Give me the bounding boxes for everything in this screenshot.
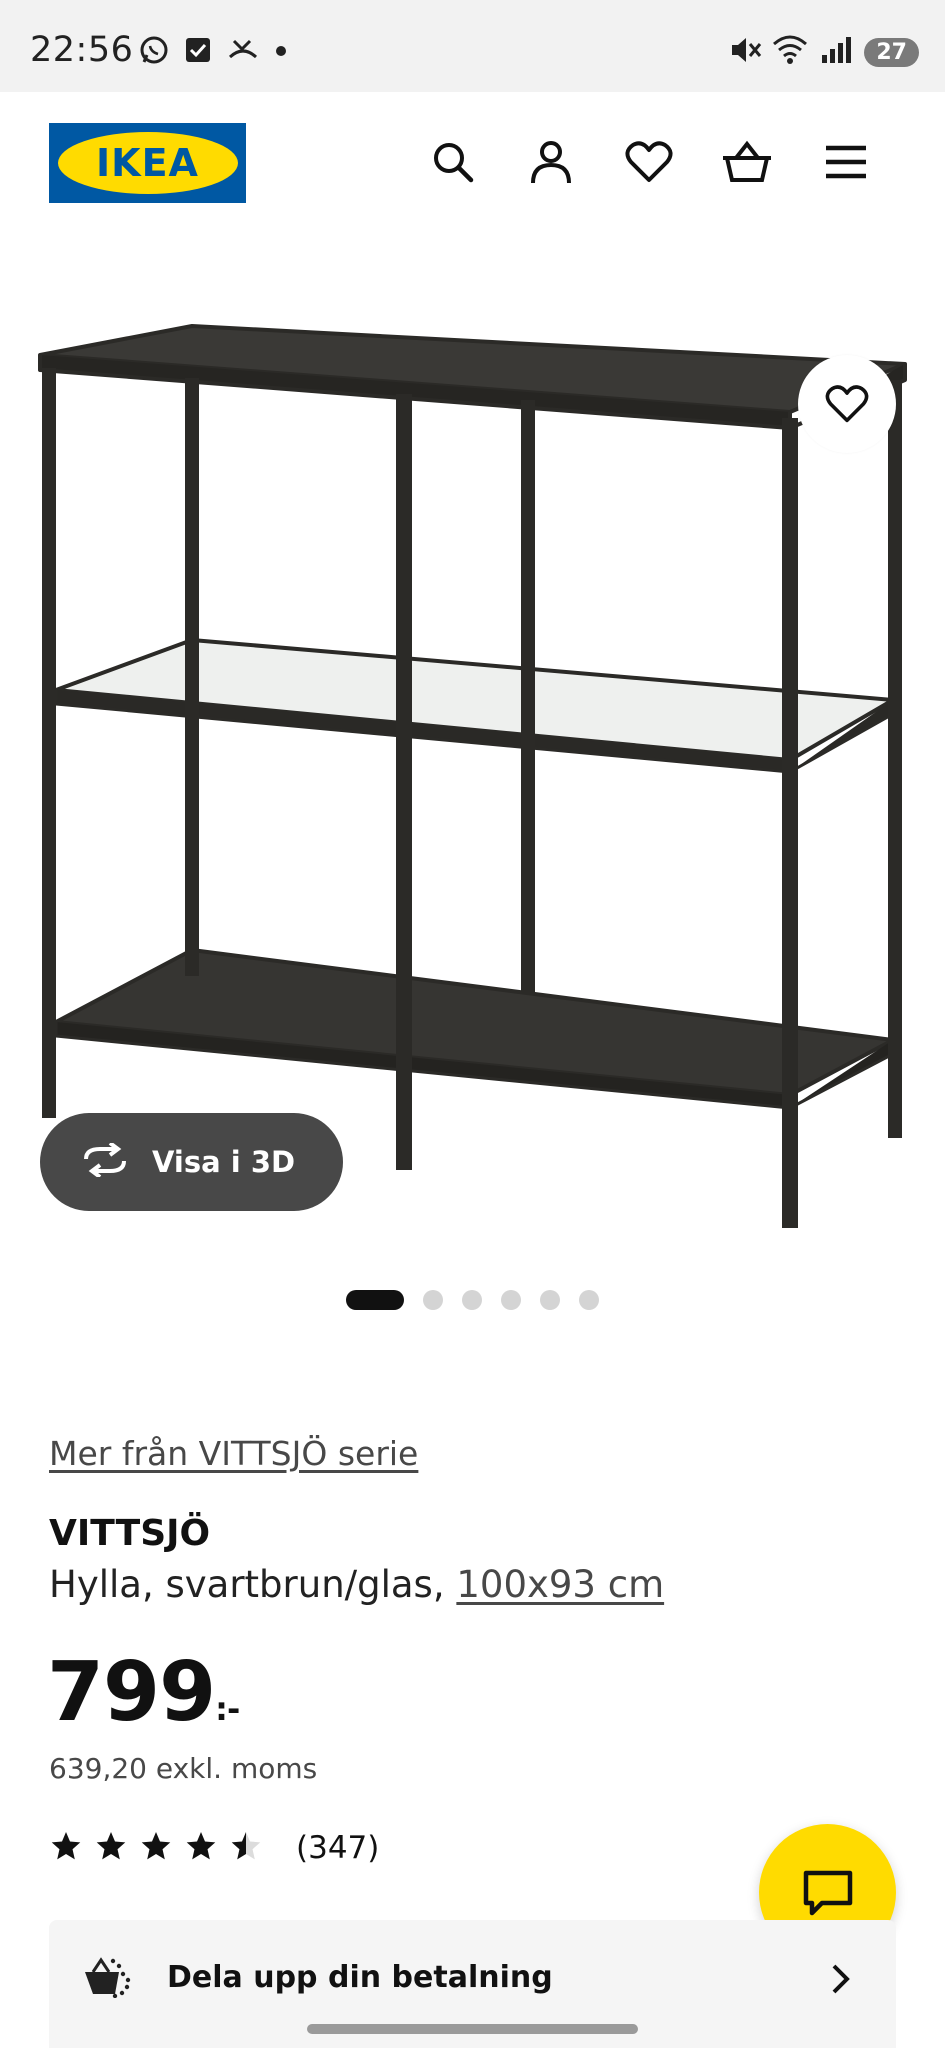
status-left-icons	[138, 34, 288, 70]
signal-icon	[820, 35, 854, 69]
product-image[interactable]	[0, 232, 945, 1252]
view-in-3d-label: Visa i 3D	[152, 1145, 296, 1179]
basket-icon[interactable]	[721, 136, 773, 188]
review-count[interactable]: (347)	[296, 1830, 379, 1866]
product-description: Hylla, svartbrun/glas, 100x93 cm	[49, 1563, 664, 1606]
chat-icon	[803, 1870, 852, 1915]
star-icon	[139, 1830, 173, 1866]
menu-icon[interactable]	[820, 136, 872, 188]
wifi-icon	[772, 34, 810, 70]
home-indicator[interactable]	[307, 2024, 638, 2034]
status-bar: 22:56 27	[0, 0, 945, 92]
logo-oval: IKEA	[57, 132, 238, 194]
dot-icon	[274, 43, 288, 62]
carousel-dot-3[interactable]	[462, 1290, 482, 1310]
check-square-icon	[184, 36, 212, 68]
price-value: 799	[47, 1645, 216, 1740]
account-icon[interactable]	[525, 136, 577, 188]
carousel-dot-1[interactable]	[346, 1290, 404, 1310]
star-icon	[184, 1830, 218, 1866]
ikea-logo[interactable]: IKEA	[49, 123, 246, 203]
star-half-icon	[229, 1830, 263, 1866]
heart-icon	[825, 385, 869, 423]
status-time: 22:56	[30, 30, 134, 70]
carousel-dot-4[interactable]	[501, 1290, 521, 1310]
logo-text: IKEA	[96, 141, 199, 185]
product-size-link[interactable]: 100x93 cm	[456, 1563, 664, 1606]
view-in-3d-button[interactable]: Visa i 3D	[40, 1113, 343, 1211]
heart-icon[interactable]	[623, 136, 675, 188]
whatsapp-icon	[138, 34, 170, 70]
status-right-icons: 27	[728, 34, 919, 70]
battery-indicator: 27	[864, 37, 919, 67]
basket-dotted-icon	[83, 1956, 133, 2002]
star-icon	[49, 1830, 83, 1866]
series-link[interactable]: Mer från VITTSJÖ serie	[49, 1434, 418, 1473]
carousel-dot-5[interactable]	[540, 1290, 560, 1310]
price-excl-vat: 639,20 exkl. moms	[49, 1752, 318, 1785]
product-price: 799:-	[47, 1645, 240, 1740]
site-header: IKEA	[0, 92, 945, 232]
chevron-right-icon	[830, 1962, 852, 2000]
missed-call-icon	[226, 35, 260, 69]
carousel-dot-2[interactable]	[423, 1290, 443, 1310]
rotate-3d-icon	[80, 1141, 130, 1181]
carousel-indicator	[0, 1290, 945, 1310]
star-icon	[94, 1830, 128, 1866]
product-name: VITTSJÖ	[49, 1513, 211, 1554]
product-rating[interactable]: (347)	[49, 1830, 379, 1866]
mute-icon	[728, 34, 762, 70]
add-to-favorites-button[interactable]	[798, 355, 896, 453]
search-icon[interactable]	[427, 136, 479, 188]
product-type: Hylla, svartbrun/glas,	[49, 1563, 445, 1606]
carousel-dot-6[interactable]	[579, 1290, 599, 1310]
price-suffix: :-	[215, 1690, 240, 1728]
split-payment-label: Dela upp din betalning	[167, 1960, 553, 1995]
